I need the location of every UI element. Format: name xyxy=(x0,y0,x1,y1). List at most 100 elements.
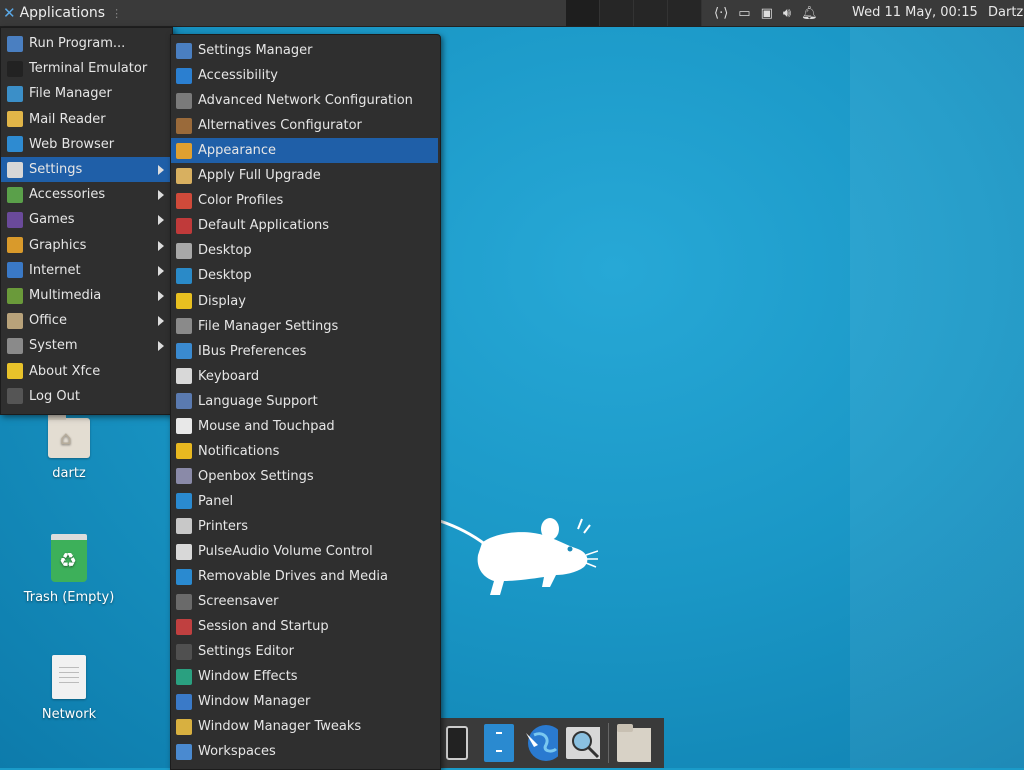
menu-item-mouse-and-touchpad[interactable]: Mouse and Touchpad xyxy=(171,414,438,439)
menu-item-ibus-preferences[interactable]: IBus Preferences xyxy=(171,339,438,364)
applications-menu: Run Program... Terminal Emulator File Mana… xyxy=(0,27,173,415)
star-icon xyxy=(7,363,23,380)
menu-item-terminal-emulator[interactable]: Terminal Emulator xyxy=(1,56,172,81)
file-cabinet-icon xyxy=(484,724,514,762)
workspace-4[interactable] xyxy=(668,0,702,26)
dock-panel xyxy=(436,718,664,768)
menu-item-mail-reader[interactable]: Mail Reader xyxy=(1,107,172,132)
menu-item-log-out[interactable]: Log Out xyxy=(1,384,172,409)
applications-menu-button[interactable]: ✕ Applications ⋮ xyxy=(0,0,122,26)
menu-item-apply-full-upgrade[interactable]: Apply Full Upgrade xyxy=(171,163,438,188)
menu-item-screensaver[interactable]: Screensaver xyxy=(171,589,438,614)
menu-item-label: Printers xyxy=(198,518,249,534)
language-icon xyxy=(176,393,192,410)
submenu-arrow-icon xyxy=(158,316,164,327)
window-effects-icon xyxy=(176,668,192,685)
terminal-icon xyxy=(7,60,23,77)
menu-item-workspaces[interactable]: Workspaces xyxy=(171,739,438,764)
menu-item-window-manager-tweaks[interactable]: Window Manager Tweaks xyxy=(171,714,438,739)
clock[interactable]: Wed 11 May, 00:15 xyxy=(852,5,978,20)
dock-search[interactable] xyxy=(566,723,600,763)
menu-item-label: Advanced Network Configuration xyxy=(198,93,413,109)
menu-item-label: Session and Startup xyxy=(198,619,329,635)
menu-item-display[interactable]: Display xyxy=(171,289,438,314)
xfce-logo-icon: ✕ xyxy=(3,4,16,22)
menu-item-language-support[interactable]: Language Support xyxy=(171,389,438,414)
menu-item-settings-editor[interactable]: Settings Editor xyxy=(171,639,438,664)
menu-item-desktop[interactable]: Desktop xyxy=(171,238,438,263)
menu-item-about-xfce[interactable]: About Xfce xyxy=(1,359,172,384)
workspace-switcher[interactable] xyxy=(566,0,702,26)
user-menu[interactable]: Dartz xyxy=(988,5,1023,20)
menu-item-multimedia[interactable]: Multimedia xyxy=(1,283,172,308)
menu-item-label: Settings Editor xyxy=(198,644,294,660)
menu-item-accessories[interactable]: Accessories xyxy=(1,182,172,207)
menu-item-internet[interactable]: Internet xyxy=(1,258,172,283)
menu-item-color-profiles[interactable]: Color Profiles xyxy=(171,188,438,213)
menu-item-web-browser[interactable]: Web Browser xyxy=(1,132,172,157)
menu-item-window-manager[interactable]: Window Manager xyxy=(171,689,438,714)
menu-item-removable-drives-and-media[interactable]: Removable Drives and Media xyxy=(171,564,438,589)
dock-terminal[interactable] xyxy=(440,723,474,763)
menu-item-file-manager-settings[interactable]: File Manager Settings xyxy=(171,314,438,339)
menu-item-window-effects[interactable]: Window Effects xyxy=(171,664,438,689)
menu-item-desktop[interactable]: Desktop xyxy=(171,263,438,288)
menu-item-accessibility[interactable]: Accessibility xyxy=(171,63,438,88)
dock-file-cabinet[interactable] xyxy=(482,723,516,763)
menu-item-label: Settings Manager xyxy=(198,43,313,58)
panel-icon xyxy=(176,493,192,510)
workspace-3[interactable] xyxy=(634,0,668,26)
dock-folder[interactable] xyxy=(617,723,651,763)
window-manager-icon xyxy=(176,693,192,710)
search-icon xyxy=(566,727,600,759)
panel-handle-icon: ⋮ xyxy=(111,6,123,20)
menu-item-session-and-startup[interactable]: Session and Startup xyxy=(171,614,438,639)
menu-item-run-program[interactable]: Run Program... xyxy=(1,31,172,56)
menu-item-games[interactable]: Games xyxy=(1,207,172,232)
display-icon[interactable]: ▭ xyxy=(738,6,750,21)
menu-item-system[interactable]: System xyxy=(1,333,172,358)
internet-icon xyxy=(7,262,23,279)
menu-item-panel[interactable]: Panel xyxy=(171,489,438,514)
menu-item-office[interactable]: Office xyxy=(1,308,172,333)
network-arrows-icon[interactable]: ⟨·⟩ xyxy=(714,6,728,21)
menu-item-file-manager[interactable]: File Manager xyxy=(1,81,172,106)
menu-item-graphics[interactable]: Graphics xyxy=(1,233,172,258)
desktop-icon-network[interactable]: Network xyxy=(19,655,119,722)
menu-item-label: Default Applications xyxy=(198,218,330,234)
menu-item-keyboard[interactable]: Keyboard xyxy=(171,364,438,389)
workspace-2[interactable] xyxy=(600,0,634,26)
menu-item-printers[interactable]: Printers xyxy=(171,514,438,539)
menu-item-notifications[interactable]: Notifications xyxy=(171,439,438,464)
menu-item-pulseaudio-volume-control[interactable]: PulseAudio Volume Control xyxy=(171,539,438,564)
submenu-arrow-icon xyxy=(158,165,164,175)
openbox-icon xyxy=(176,468,192,485)
accessories-icon xyxy=(7,186,23,203)
menu-item-label: Openbox Settings xyxy=(198,468,314,484)
menu-item-settings[interactable]: Settings xyxy=(1,157,172,182)
menu-item-label: File Manager Settings xyxy=(198,318,339,334)
menu-item-appearance[interactable]: Appearance xyxy=(171,138,438,164)
menu-item-alternatives-configurator[interactable]: Alternatives Configurator xyxy=(171,113,438,138)
menu-item-label: About Xfce xyxy=(29,363,101,379)
trash-icon: ♻ xyxy=(51,534,87,582)
run-icon xyxy=(7,35,23,52)
network-icon[interactable]: ▣ xyxy=(761,6,773,21)
desktop-icon-home[interactable]: ⌂ dartz xyxy=(19,413,119,481)
document-icon xyxy=(52,655,86,699)
menu-item-default-applications[interactable]: Default Applications xyxy=(171,213,438,238)
menu-item-label: Desktop xyxy=(198,243,252,259)
network-config-icon xyxy=(176,92,192,109)
menu-item-label: PulseAudio Volume Control xyxy=(198,544,373,559)
menu-item-advanced-network-configuration[interactable]: Advanced Network Configuration xyxy=(171,88,438,113)
desktop-blue-icon xyxy=(176,267,192,284)
workspace-1[interactable] xyxy=(566,0,600,26)
desktop-icon-trash[interactable]: ♻ Trash (Empty) xyxy=(19,534,119,605)
volume-icon[interactable]: 🔊︎ xyxy=(783,6,791,21)
office-icon xyxy=(7,312,23,329)
bell-icon[interactable]: 🔔︎ xyxy=(801,6,818,21)
menu-item-settings-manager[interactable]: Settings Manager xyxy=(171,38,438,63)
dock-web-browser[interactable] xyxy=(524,723,558,763)
menu-item-openbox-settings[interactable]: Openbox Settings xyxy=(171,464,438,489)
upgrade-icon xyxy=(176,167,192,184)
